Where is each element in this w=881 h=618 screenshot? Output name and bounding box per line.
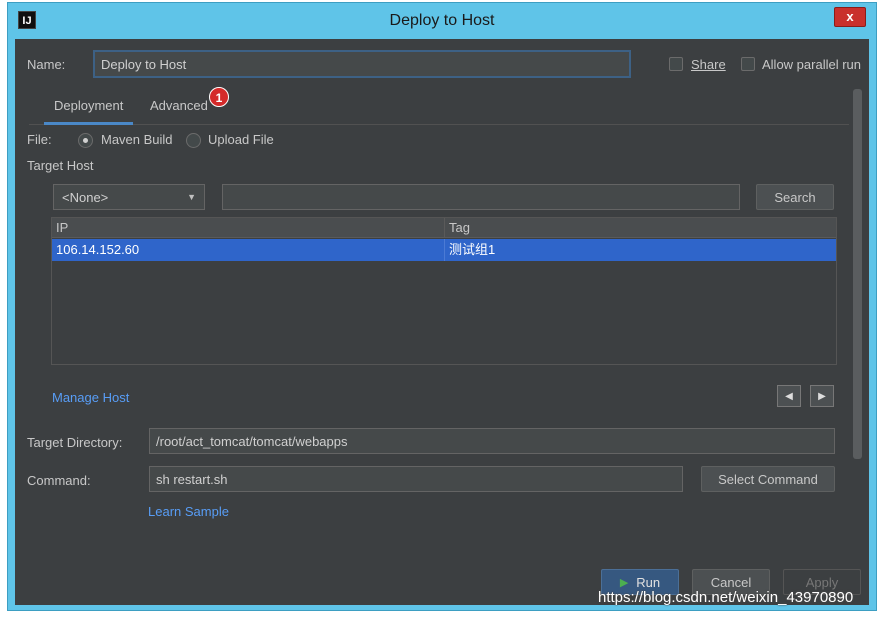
file-label: File: xyxy=(27,132,52,147)
host-table: IP Tag 106.14.152.60 测试组1 xyxy=(51,217,837,365)
play-icon: ▶ xyxy=(619,576,629,589)
select-command-button[interactable]: Select Command xyxy=(701,466,835,492)
column-header-tag[interactable]: Tag xyxy=(444,218,836,238)
target-host-label: Target Host xyxy=(27,158,94,173)
name-label: Name: xyxy=(27,57,66,72)
tab-deployment[interactable]: Deployment xyxy=(44,89,134,125)
arrow-left-icon: ◀ xyxy=(785,390,793,402)
tab-advanced[interactable]: Advanced xyxy=(140,89,218,125)
learn-sample-link[interactable]: Learn Sample xyxy=(148,504,229,519)
table-header: IP Tag xyxy=(52,218,836,238)
next-page-button[interactable]: ▶ xyxy=(810,385,834,407)
row-tag-cell: 测试组1 xyxy=(444,239,836,261)
chevron-down-icon: ▼ xyxy=(187,192,196,202)
share-label: Share xyxy=(691,57,726,72)
manage-host-link[interactable]: Manage Host xyxy=(52,390,129,405)
table-row[interactable]: 106.14.152.60 测试组1 xyxy=(52,239,836,261)
title-bar[interactable]: IJ Deploy to Host x xyxy=(8,3,876,39)
vertical-scrollbar[interactable] xyxy=(853,89,862,459)
previous-page-button[interactable]: ◀ xyxy=(777,385,801,407)
row-ip-cell: 106.14.152.60 xyxy=(56,242,140,257)
share-checkbox[interactable] xyxy=(669,57,683,71)
search-button[interactable]: Search xyxy=(756,184,834,210)
target-host-dropdown-value: <None> xyxy=(62,189,109,205)
target-directory-input[interactable]: /root/act_tomcat/tomcat/webapps xyxy=(149,428,835,454)
maven-build-radio[interactable] xyxy=(78,133,93,148)
target-host-dropdown[interactable]: <None> ▼ xyxy=(53,184,205,210)
host-search-input[interactable] xyxy=(222,184,740,210)
target-directory-label: Target Directory: xyxy=(27,435,123,450)
command-input[interactable]: sh restart.sh xyxy=(149,466,683,492)
close-button[interactable]: x xyxy=(834,7,866,27)
arrow-right-icon: ▶ xyxy=(818,390,826,402)
allow-parallel-run-label: Allow parallel run xyxy=(762,57,861,72)
upload-file-radio[interactable] xyxy=(186,133,201,148)
dialog-window: IJ Deploy to Host x Name: Deploy to Host… xyxy=(7,2,877,611)
upload-file-label: Upload File xyxy=(208,132,274,147)
command-label: Command: xyxy=(27,473,91,488)
maven-build-label: Maven Build xyxy=(101,132,173,147)
allow-parallel-run-checkbox[interactable] xyxy=(741,57,755,71)
column-header-ip[interactable]: IP xyxy=(52,218,444,238)
run-button-label: Run xyxy=(636,574,661,590)
name-input[interactable]: Deploy to Host xyxy=(93,50,631,78)
window-title: Deploy to Host xyxy=(389,12,495,29)
tab-bar: Deployment Advanced xyxy=(29,89,849,125)
watermark-text: https://blog.csdn.net/weixin_43970890 xyxy=(598,589,854,606)
step-badge: 1 xyxy=(209,87,229,107)
dialog-body: Name: Deploy to Host Share Allow paralle… xyxy=(15,39,869,605)
